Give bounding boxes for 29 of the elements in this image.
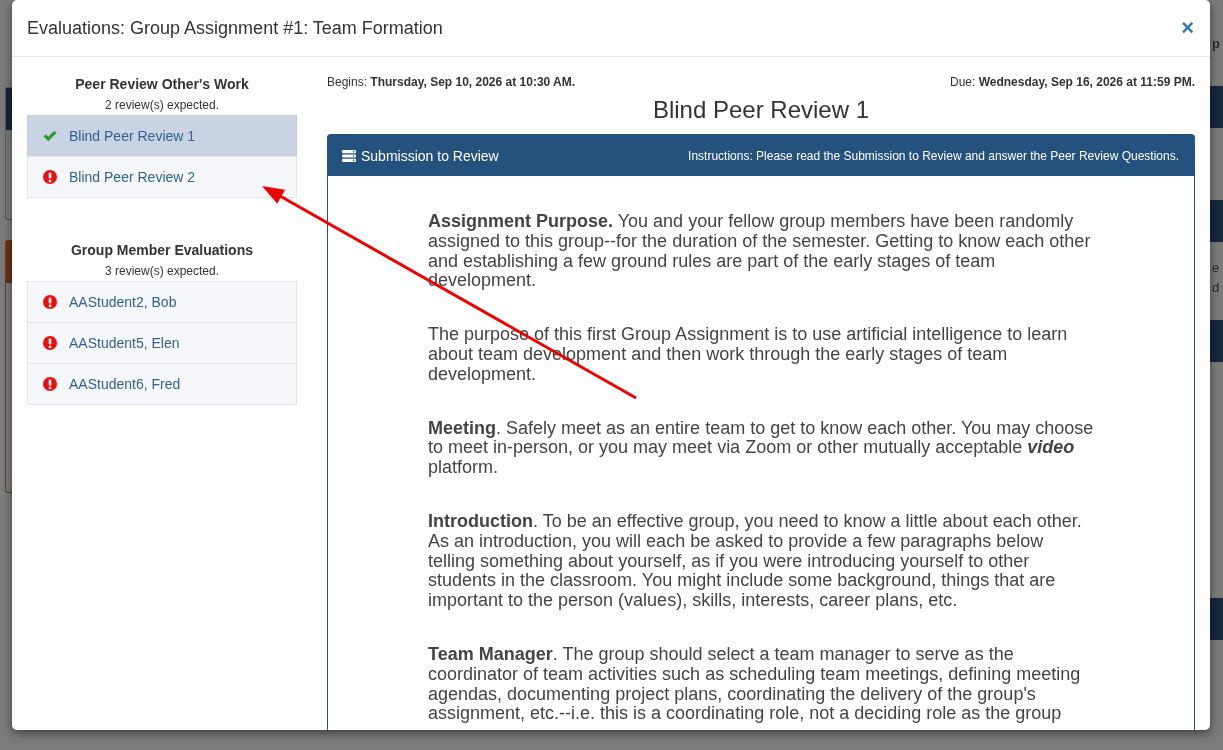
close-button[interactable]: × (1179, 17, 1196, 39)
panel-title: Submission to Review (361, 147, 499, 164)
submission-paragraph: Team Manager. The group should select a team manager to serve as the coordinator of team activities such as scheduling team meetings, defining meeting agendas, documenting project plans, coordinating the delivery of the group's assignment, etc.--i.e. this is a coordinating role, not a deciding role as the group (428, 644, 1082, 725)
background-text: p (1212, 36, 1220, 51)
dimmed-panel-header (6, 88, 12, 130)
review-list-item[interactable]: AAStudent2, Bob (27, 281, 297, 323)
submission-paragraph: Meeting. Safely meet as an entire team to get to know each other. You may choose to meet in-person, or you may meet via Zoom or other mutually acceptable video platform. (428, 418, 1094, 478)
dialog-title: Evaluations: Group Assignment #1: Team Formation (27, 17, 443, 39)
section-note: 3 review(s) expected. (103, 263, 220, 279)
submission-paragraph: Assignment Purpose. You and your fellow group members have been randomly assigned to this group--for the duration of the semester. Getting to know each other and establishing a few ground rules are part of the early stages of team development. (428, 212, 1092, 292)
review-list-item[interactable]: AAStudent5, Elen (27, 322, 297, 364)
dimmed-panel-header (1210, 320, 1223, 362)
section-heading: Peer Review Other's Work (74, 75, 250, 94)
panel-instructions: Instructions: Please read the Submission to Review and answer the Peer Review Questions. (688, 148, 1179, 163)
review-list-item[interactable]: AAStudent6, Fred (27, 363, 297, 405)
section-note: 2 review(s) expected. (103, 97, 220, 113)
review-list-item[interactable]: Blind Peer Review 2 (27, 156, 297, 198)
dimmed-panel-header (1210, 200, 1223, 242)
review-list-item[interactable]: Blind Peer Review 1 (27, 115, 297, 157)
dimmed-panel-header (1210, 86, 1223, 128)
submission-paragraph: Introduction. To be an effective group, you need to know a little about each other. As an introduction, you will each be asked to provide a few paragraphs below telling something about yourself, as if you were introducing yourself to other students in the classroom. You might include some background, things that are important to the person (values), skills, interests, career plans, etc. (428, 511, 1083, 611)
review-title: Blind Peer Review 1 (651, 96, 871, 124)
begins-date: Begins: Thursday, Sep 10, 2026 at 10:30 AM. (327, 75, 576, 89)
stacked-bars-icon (342, 149, 356, 162)
section-heading: Group Member Evaluations (69, 241, 254, 260)
due-date: Due: Wednesday, Sep 16, 2026 at 11:59 PM. (949, 75, 1195, 89)
background-text: d (1212, 280, 1220, 295)
background-text: e (1212, 260, 1220, 275)
dimmed-panel-header (1210, 598, 1223, 640)
